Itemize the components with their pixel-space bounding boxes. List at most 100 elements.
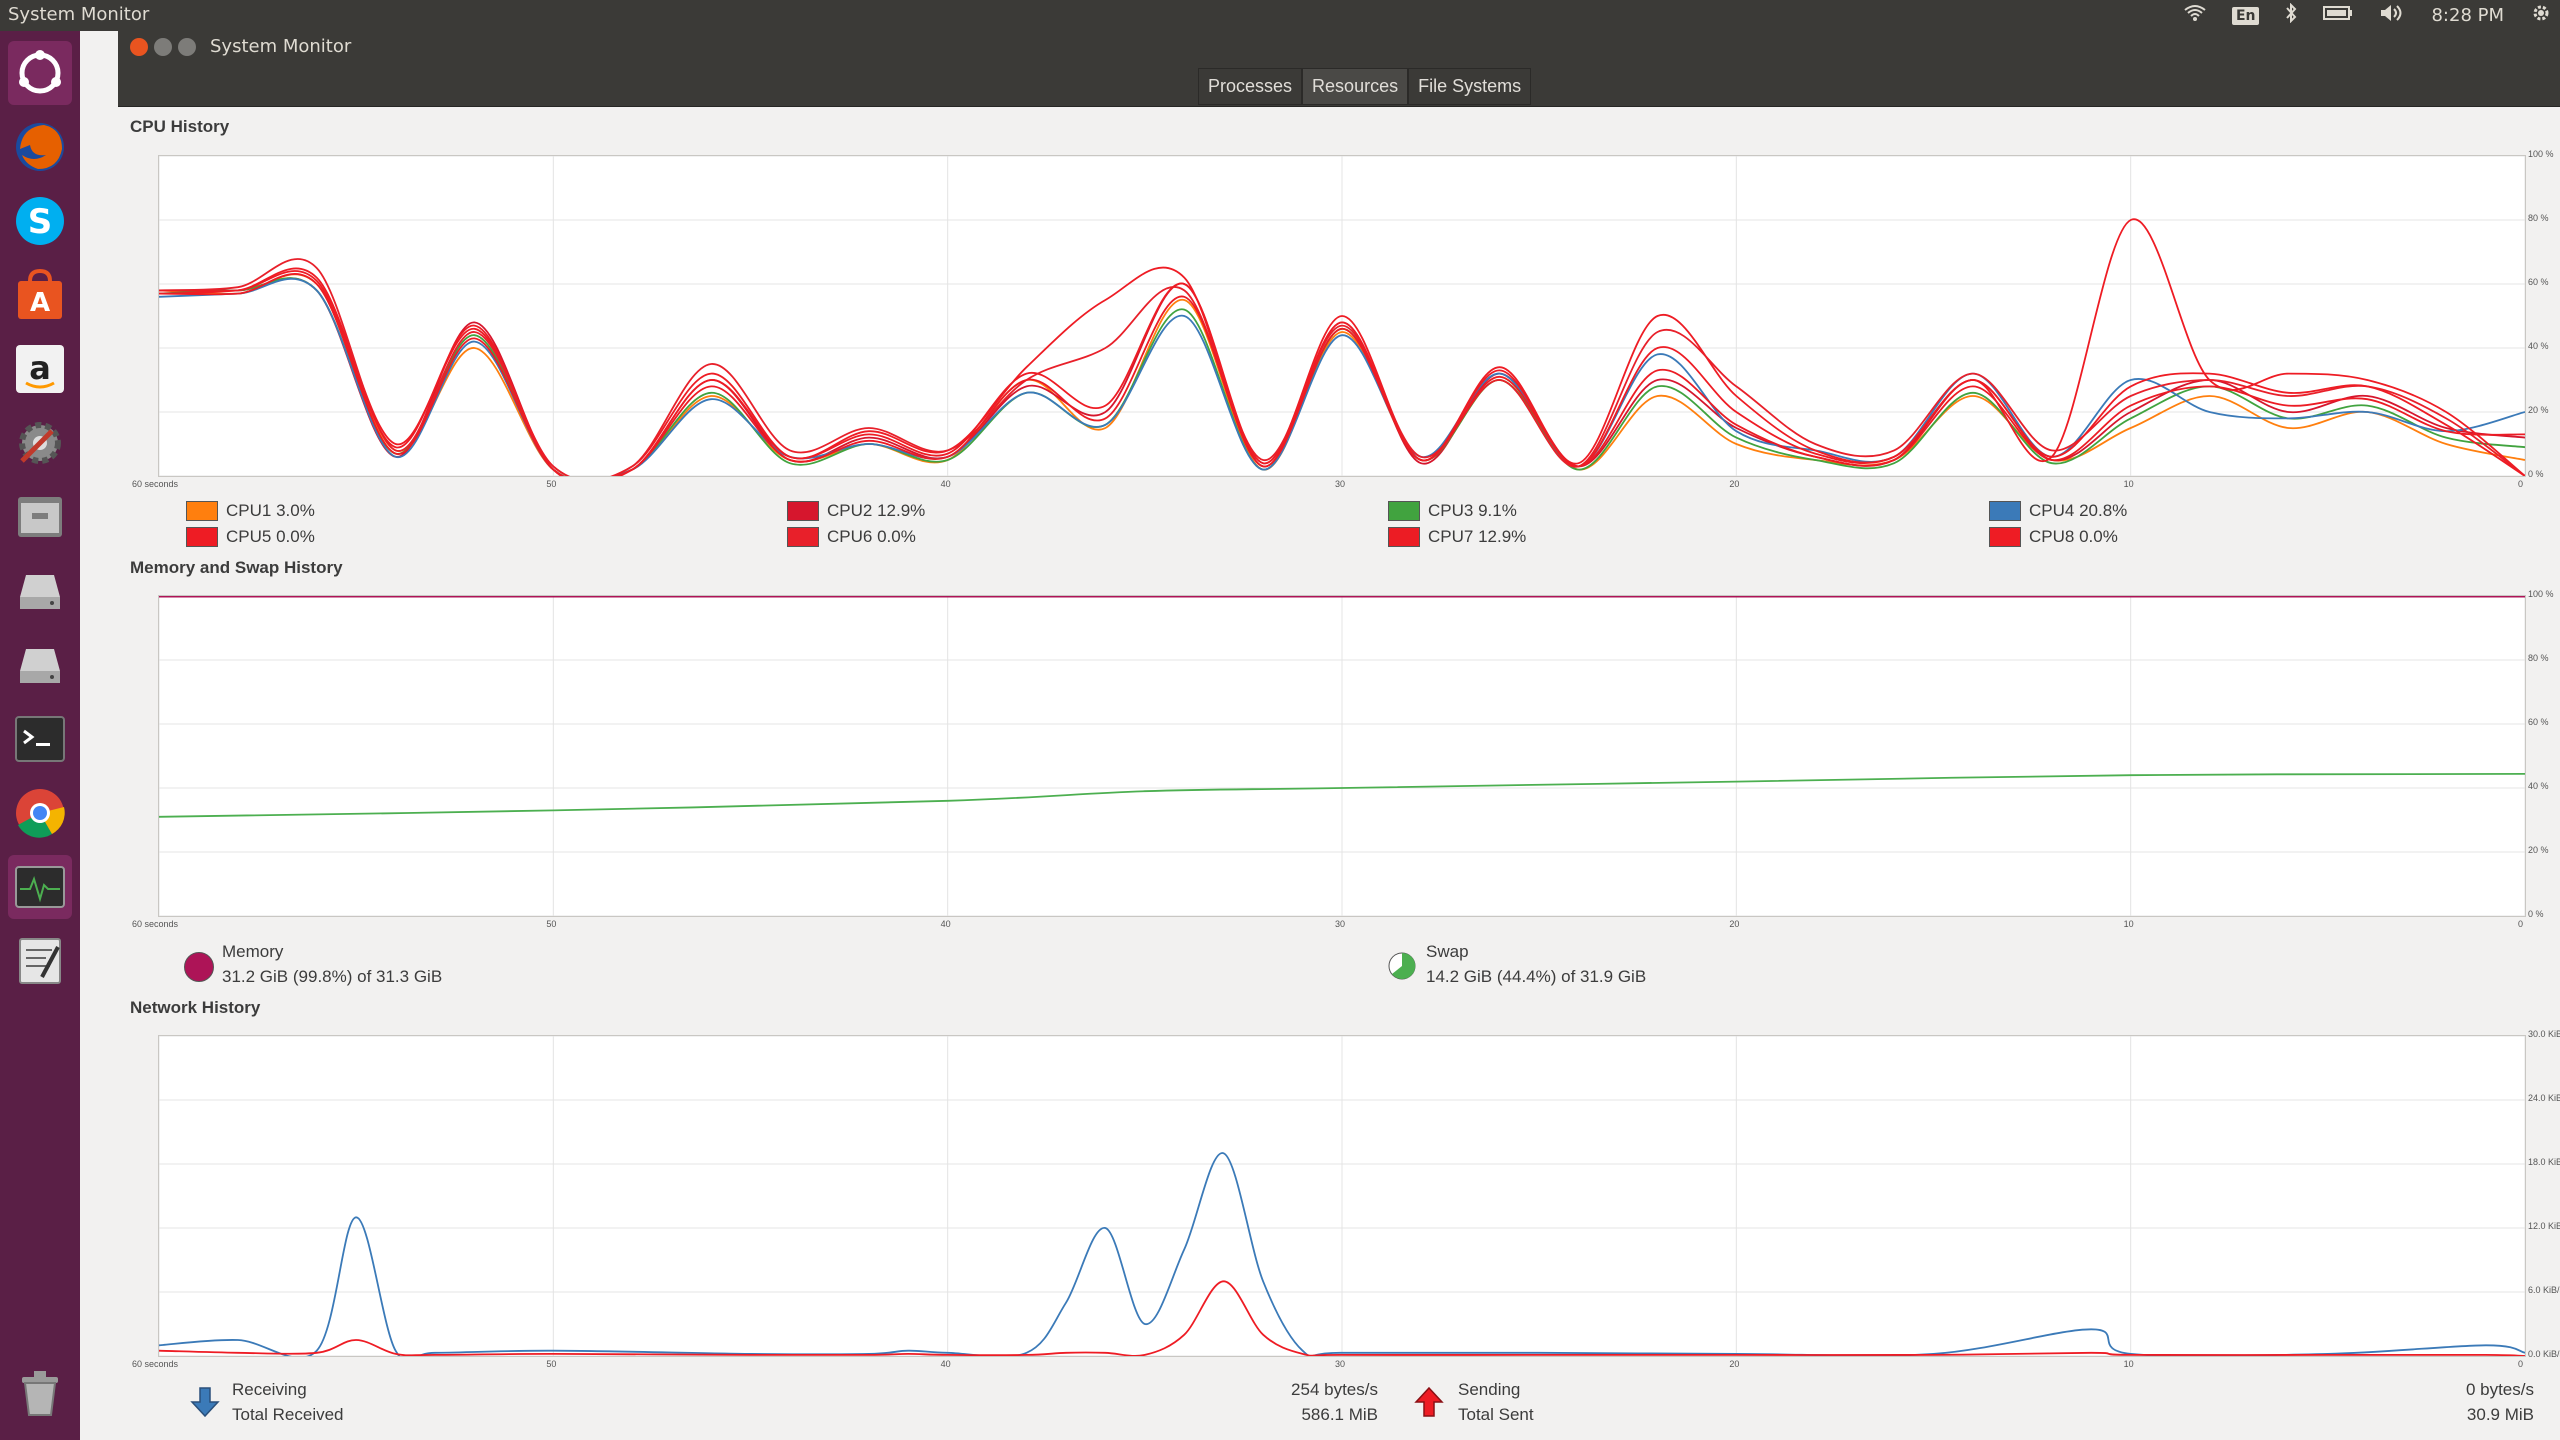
trash-icon[interactable] — [8, 1361, 72, 1425]
receiving-label: Receiving — [232, 1380, 307, 1399]
y-tick-label: 20 % — [2528, 845, 2549, 855]
bluetooth-icon[interactable] — [2285, 2, 2297, 28]
clock[interactable]: 8:28 PM — [2431, 5, 2504, 26]
keyboard-icon[interactable]: En — [2231, 6, 2260, 25]
memory-value: 31.2 GiB (99.8%) of 31.3 GiB — [222, 967, 443, 986]
maximize-icon[interactable] — [178, 38, 196, 56]
cpu-legend-label: CPU1 3.0% — [226, 501, 315, 520]
y-tick-label: 24.0 KiB/s — [2528, 1093, 2560, 1103]
total-received-label: Total Received — [232, 1405, 344, 1424]
receiving-rate: 254 bytes/s — [1291, 1380, 1378, 1399]
cpu-color-swatch[interactable] — [787, 501, 819, 521]
x-tick-label: 40 — [940, 1359, 951, 1369]
cpu-legend-item[interactable]: CPU2 12.9% — [787, 501, 925, 521]
minimize-icon[interactable] — [154, 38, 172, 56]
cpu-color-swatch[interactable] — [1388, 501, 1420, 521]
cpu-color-swatch[interactable] — [787, 527, 819, 547]
x-tick-label: 0 — [2518, 1359, 2524, 1369]
cpu-legend-item[interactable]: CPU4 20.8% — [1989, 501, 2127, 521]
tab-resources[interactable]: Resources — [1302, 68, 1409, 105]
software-center-icon[interactable]: A — [8, 263, 72, 327]
cpu-legend-item[interactable]: CPU5 0.0% — [186, 527, 315, 547]
x-tick-label: 30 — [1335, 919, 1346, 929]
swap-pie-icon[interactable] — [1388, 952, 1416, 980]
cpu-color-swatch[interactable] — [186, 501, 218, 521]
sending-rate: 0 bytes/s — [2465, 1380, 2534, 1399]
cpu-legend-item[interactable]: CPU6 0.0% — [787, 527, 916, 547]
disk-2-icon[interactable] — [8, 633, 72, 697]
y-tick-label: 18.0 KiB/s — [2528, 1157, 2560, 1167]
sending-arrow-icon[interactable] — [1414, 1386, 1444, 1418]
window-titlebar: System Monitor — [118, 31, 2560, 63]
cpu-legend-label: CPU5 0.0% — [226, 527, 315, 546]
header-bar: Processes Resources File Systems — [118, 63, 2560, 107]
chrome-icon[interactable] — [8, 781, 72, 845]
terminal-icon[interactable] — [8, 707, 72, 771]
cpu-legend-item[interactable]: CPU3 9.1% — [1388, 501, 1517, 521]
cpu-color-swatch[interactable] — [1989, 501, 2021, 521]
cpu-legend-label: CPU8 0.0% — [2029, 527, 2118, 546]
text-editor-icon[interactable] — [8, 929, 72, 993]
y-tick-label: 60 % — [2528, 717, 2549, 727]
cpu-graph — [158, 155, 2526, 477]
x-tick-label: 60 seconds — [132, 1359, 179, 1369]
memory-label: Memory — [222, 942, 284, 961]
x-tick-label: 50 — [546, 1359, 557, 1369]
system-monitor-icon[interactable] — [8, 855, 72, 919]
cpu-legend-label: CPU4 20.8% — [2029, 501, 2128, 520]
tab-processes[interactable]: Processes — [1198, 68, 1303, 105]
window-title: System Monitor — [210, 36, 352, 57]
y-tick-label: 40 % — [2528, 341, 2549, 351]
cpu-color-swatch[interactable] — [1989, 527, 2021, 547]
x-tick-label: 60 seconds — [132, 919, 179, 929]
x-tick-label: 10 — [2123, 919, 2134, 929]
cpu-color-swatch[interactable] — [186, 527, 218, 547]
x-tick-label: 50 — [546, 479, 557, 489]
wifi-icon[interactable] — [2184, 4, 2206, 27]
swap-value: 14.2 GiB (44.4%) of 31.9 GiB — [1426, 967, 1647, 986]
cpu-legend-item[interactable]: CPU1 3.0% — [186, 501, 315, 521]
skype-icon[interactable]: S — [8, 189, 72, 253]
x-tick-label: 60 seconds — [132, 479, 179, 489]
y-tick-label: 40 % — [2528, 781, 2549, 791]
x-tick-label: 30 — [1335, 479, 1346, 489]
disk-icon[interactable] — [8, 559, 72, 623]
memory-pie-icon[interactable] — [184, 952, 214, 982]
y-tick-label: 80 % — [2528, 653, 2549, 663]
cpu-legend-item[interactable]: CPU8 0.0% — [1989, 527, 2118, 547]
amazon-icon[interactable]: a — [8, 337, 72, 401]
x-tick-label: 10 — [2123, 1359, 2134, 1369]
y-tick-label: 80 % — [2528, 213, 2549, 223]
ubuntu-dash-icon[interactable] — [8, 41, 72, 105]
x-tick-label: 30 — [1335, 1359, 1346, 1369]
tab-file-systems[interactable]: File Systems — [1408, 68, 1532, 105]
active-app-name: System Monitor — [8, 4, 150, 25]
system-settings-icon[interactable] — [8, 411, 72, 475]
y-tick-label: 0.0 KiB/s — [2528, 1349, 2560, 1359]
memory-plot — [159, 596, 2525, 916]
receiving-arrow-icon[interactable] — [190, 1386, 220, 1418]
cpu-legend-label: CPU6 0.0% — [827, 527, 916, 546]
x-tick-label: 40 — [940, 919, 951, 929]
firefox-icon[interactable] — [8, 115, 72, 179]
y-tick-label: 20 % — [2528, 405, 2549, 415]
cpu-plot — [159, 156, 2525, 476]
x-tick-label: 0 — [2518, 479, 2524, 489]
close-icon[interactable] — [130, 38, 148, 56]
volume-icon[interactable] — [2379, 3, 2405, 28]
system-monitor-window: System Monitor Processes Resources File … — [118, 31, 2560, 1440]
battery-icon[interactable] — [2323, 5, 2353, 26]
gear-icon[interactable] — [2530, 2, 2552, 29]
total-sent-label: Total Sent — [1458, 1405, 1534, 1424]
indicator-area: En 8:28 PM — [2184, 0, 2560, 31]
svg-text:A: A — [30, 288, 50, 318]
y-tick-label: 12.0 KiB/s — [2528, 1221, 2560, 1231]
cpu-legend-label: CPU7 12.9% — [1428, 527, 1527, 546]
x-tick-label: 50 — [546, 919, 557, 929]
total-received-value: 586.1 MiB — [1301, 1405, 1378, 1424]
cpu-color-swatch[interactable] — [1388, 527, 1420, 547]
y-tick-label: 0 % — [2528, 469, 2544, 479]
files-icon[interactable] — [8, 485, 72, 549]
y-tick-label: 30.0 KiB/s — [2528, 1029, 2560, 1039]
cpu-legend-item[interactable]: CPU7 12.9% — [1388, 527, 1526, 547]
